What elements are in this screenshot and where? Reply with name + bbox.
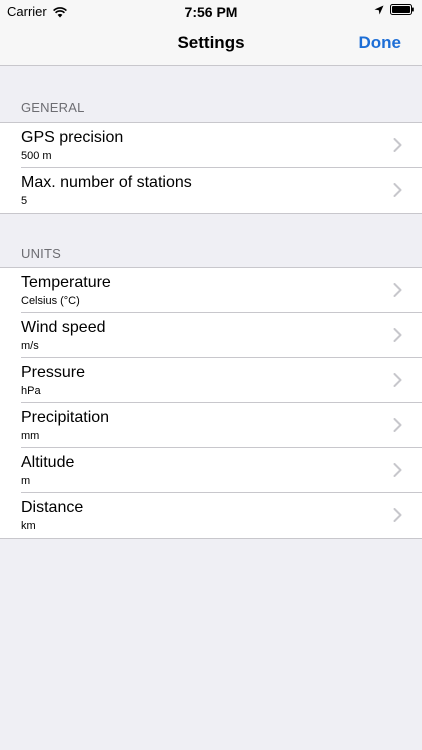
row-value: 5 bbox=[21, 195, 28, 207]
settings-row-wind-speed[interactable]: Wind speed m/s bbox=[0, 313, 422, 358]
settings-row-altitude[interactable]: Altitude m bbox=[0, 448, 422, 493]
row-title: GPS precision bbox=[21, 129, 124, 146]
settings-row-gps-precision[interactable]: GPS precision 500 m bbox=[0, 123, 422, 168]
chevron-right-icon bbox=[393, 283, 402, 297]
battery-icon bbox=[390, 4, 414, 15]
row-value: Celsius (°C) bbox=[21, 295, 80, 307]
row-title: Temperature bbox=[21, 274, 111, 291]
settings-row-temperature[interactable]: Temperature Celsius (°C) bbox=[0, 268, 422, 313]
row-value: km bbox=[21, 520, 36, 532]
row-value: hPa bbox=[21, 385, 41, 397]
chevron-right-icon bbox=[393, 138, 402, 152]
chevron-right-icon bbox=[393, 183, 402, 197]
settings-group-general: GPS precision 500 m Max. number of stati… bbox=[0, 122, 422, 214]
chevron-right-icon bbox=[393, 373, 402, 387]
row-value: m/s bbox=[21, 340, 39, 352]
done-button[interactable]: Done bbox=[359, 33, 402, 53]
row-title: Distance bbox=[21, 499, 84, 516]
navigation-bar: Settings Done bbox=[0, 22, 422, 66]
location-arrow-icon bbox=[374, 5, 384, 14]
settings-row-pressure[interactable]: Pressure hPa bbox=[0, 358, 422, 403]
status-time: 7:56 PM bbox=[184, 4, 238, 20]
row-value: m bbox=[21, 475, 31, 487]
section-header-units: UNITS bbox=[21, 246, 61, 261]
row-value: 500 m bbox=[21, 150, 52, 162]
chevron-right-icon bbox=[393, 418, 402, 432]
settings-row-precipitation[interactable]: Precipitation mm bbox=[0, 403, 422, 448]
row-title: Wind speed bbox=[21, 319, 106, 336]
row-title: Pressure bbox=[21, 364, 86, 381]
row-value: mm bbox=[21, 430, 40, 442]
settings-row-distance[interactable]: Distance km bbox=[0, 493, 422, 538]
row-title: Max. number of stations bbox=[21, 174, 192, 191]
section-header-general: GENERAL bbox=[21, 100, 85, 115]
chevron-right-icon bbox=[393, 463, 402, 477]
settings-group-units: Temperature Celsius (°C) Wind speed m/s … bbox=[0, 267, 422, 539]
settings-row-max-stations[interactable]: Max. number of stations 5 bbox=[0, 168, 422, 213]
chevron-right-icon bbox=[393, 508, 402, 522]
chevron-right-icon bbox=[393, 328, 402, 342]
status-right bbox=[374, 4, 414, 15]
status-bar: Carrier 7:56 PM bbox=[0, 0, 422, 22]
row-title: Altitude bbox=[21, 454, 75, 471]
row-title: Precipitation bbox=[21, 409, 110, 426]
